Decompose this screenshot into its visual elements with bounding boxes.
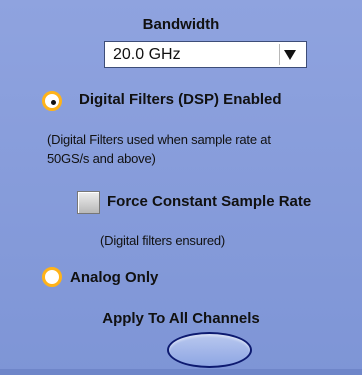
force-constant-sample-rate-label[interactable]: Force Constant Sample Rate — [107, 193, 311, 210]
analog-only-label[interactable]: Analog Only — [70, 269, 158, 286]
dsp-note-line-1: (Digital Filters used when sample rate a… — [47, 132, 271, 147]
dsp-note-line-2: 50GS/s and above) — [47, 151, 156, 166]
bandwidth-settings-panel: Bandwidth 20.0 GHz Digital Filters (DSP)… — [0, 0, 362, 375]
bandwidth-select[interactable]: 20.0 GHz — [104, 41, 307, 68]
dsp-option-label[interactable]: Digital Filters (DSP) Enabled — [79, 91, 282, 108]
analog-only-radio-button[interactable] — [42, 267, 62, 287]
dsp-radio-button[interactable] — [42, 91, 62, 111]
apply-to-all-channels-button[interactable] — [167, 332, 252, 368]
bandwidth-selected-value: 20.0 GHz — [113, 46, 181, 63]
force-constant-note: (Digital filters ensured) — [100, 233, 226, 248]
apply-to-all-channels-label: Apply To All Channels — [102, 310, 260, 327]
bandwidth-title: Bandwidth — [142, 16, 220, 33]
force-constant-sample-rate-checkbox[interactable] — [77, 191, 100, 214]
chevron-down-icon[interactable] — [279, 44, 300, 65]
dsp-option-note: (Digital Filters used when sample rate a… — [47, 130, 362, 168]
radio-selected-icon — [51, 100, 56, 105]
